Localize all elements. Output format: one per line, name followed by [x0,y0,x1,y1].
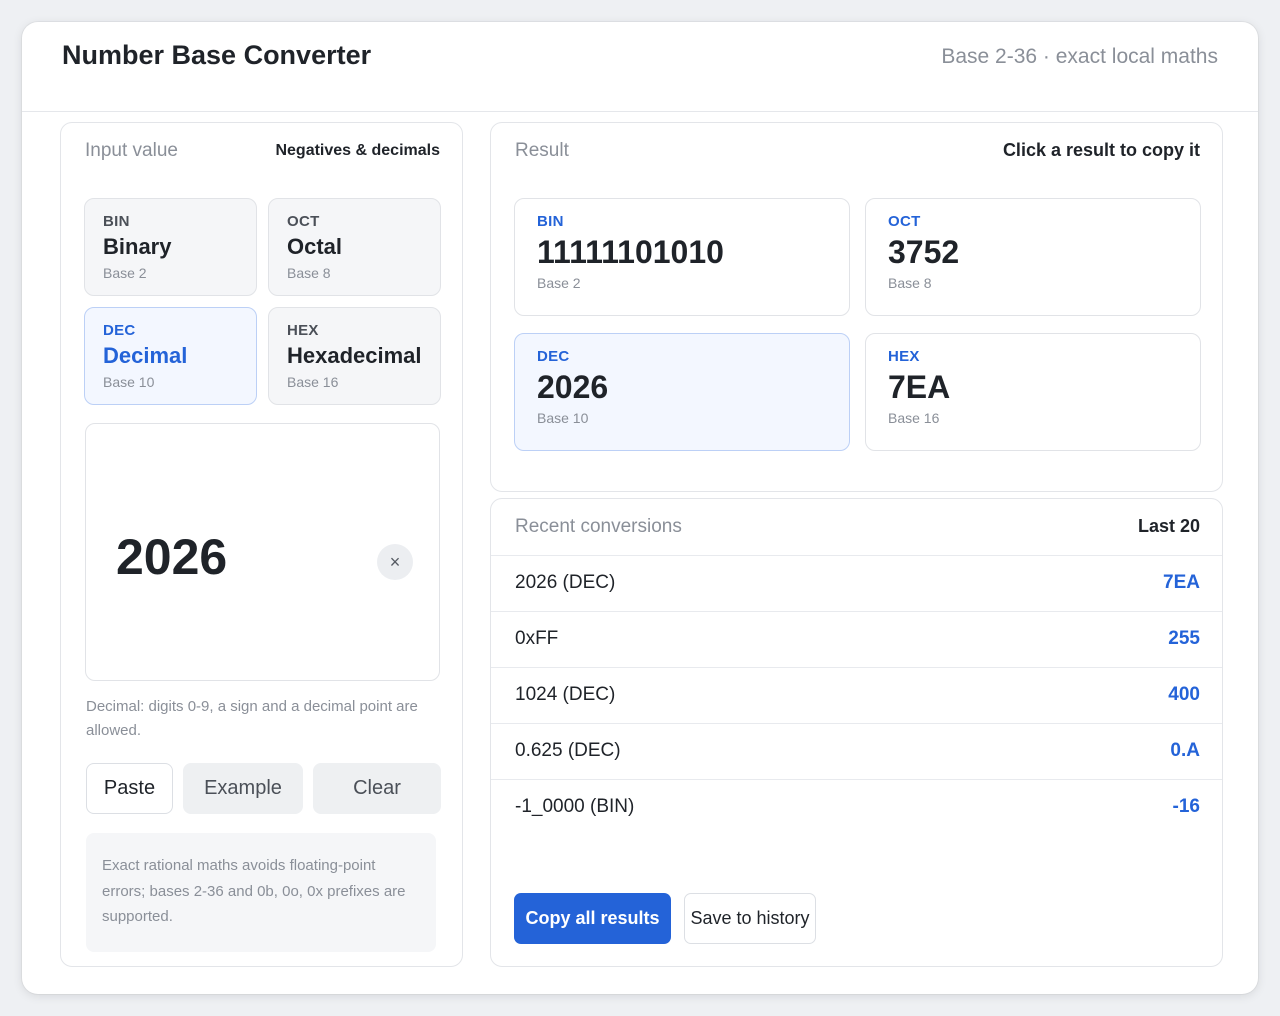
result-tile-decimal[interactable]: DEC 2026 Base 10 [514,333,850,451]
history-row[interactable]: 0.625 (DEC) 0.A [491,723,1222,779]
result-tile-hexadecimal[interactable]: HEX 7EA Base 16 [865,333,1201,451]
base-name: Octal [287,234,343,259]
history-input: -1_0000 (BIN) [515,796,635,817]
history-card-title: Recent conversions [515,516,682,537]
history-row[interactable]: 0xFF 255 [491,611,1222,667]
base-code: BIN [103,213,130,230]
page-subtitle: Base 2-36 · exact local maths [941,45,1218,68]
result-code: OCT [888,213,921,230]
result-value: 7EA [888,369,951,405]
result-radix: Base 8 [888,275,932,291]
info-note: Exact rational maths avoids floating-poi… [86,833,436,952]
result-radix: Base 2 [537,275,581,291]
base-name: Hexadecimal [287,343,422,368]
history-card: Recent conversions Last 20 2026 (DEC) 7E… [490,498,1223,967]
clear-input-icon[interactable]: × [377,544,413,580]
base-radix: Base 8 [287,265,331,281]
value-input-area[interactable]: × [85,423,440,681]
history-input: 0.625 (DEC) [515,740,621,761]
base-name: Binary [103,234,172,259]
result-card-title: Result [515,140,569,161]
result-value: 11111101010 [537,234,724,270]
example-button[interactable]: Example [183,763,303,814]
history-input: 1024 (DEC) [515,684,616,705]
result-radix: Base 10 [537,410,589,426]
base-radix: Base 2 [103,265,147,281]
result-card: Result Click a result to copy it BIN 111… [490,122,1223,492]
input-hint: Decimal: digits 0-9, a sign and a decima… [86,698,418,739]
history-row[interactable]: 2026 (DEC) 7EA [491,555,1222,611]
base-code: HEX [287,322,319,339]
result-code: HEX [888,348,920,365]
history-input: 2026 (DEC) [515,572,616,593]
copy-all-button[interactable]: Copy all results [514,893,671,944]
input-card-title: Input value [85,140,178,161]
history-row[interactable]: 1024 (DEC) 400 [491,667,1222,723]
result-card-aside: Click a result to copy it [1002,140,1200,160]
result-value: 2026 [537,369,609,405]
base-radix: Base 16 [287,374,339,390]
base-code: DEC [103,322,136,339]
history-row[interactable]: -1_0000 (BIN) -16 [491,779,1222,835]
result-tile-binary[interactable]: BIN 11111101010 Base 2 [514,198,850,316]
result-tile-octal[interactable]: OCT 3752 Base 8 [865,198,1201,316]
result-code: DEC [537,348,570,365]
base-name: Decimal [103,343,188,368]
base-option-binary[interactable]: BIN Binary Base 2 [84,198,257,296]
paste-button[interactable]: Paste [86,763,173,814]
result-radix: Base 16 [888,410,940,426]
value-input[interactable] [116,528,366,586]
history-input: 0xFF [515,628,559,649]
page-title: Number Base Converter [62,40,372,70]
base-code: OCT [287,213,320,230]
base-option-octal[interactable]: OCT Octal Base 8 [268,198,441,296]
input-card-aside: Negatives & decimals [275,142,440,159]
app-window: Number Base Converter Base 2-36 · exact … [22,22,1258,994]
result-code: BIN [537,213,564,230]
save-history-button[interactable]: Save to history [684,893,816,944]
base-radix: Base 10 [103,374,155,390]
base-option-decimal[interactable]: DEC Decimal Base 10 [84,307,257,405]
app-header: Number Base Converter Base 2-36 · exact … [22,22,1258,112]
clear-button[interactable]: Clear [313,763,441,814]
history-output: 400 [1168,684,1200,705]
base-option-hexadecimal[interactable]: HEX Hexadecimal Base 16 [268,307,441,405]
history-card-aside: Last 20 [1137,516,1200,536]
history-output: 0.A [1170,740,1200,761]
input-card: Input value Negatives & decimals BIN Bin… [60,122,463,967]
history-output: -16 [1172,796,1200,817]
result-value: 3752 [888,234,960,270]
history-output: 255 [1168,628,1200,649]
history-output: 7EA [1163,572,1200,593]
